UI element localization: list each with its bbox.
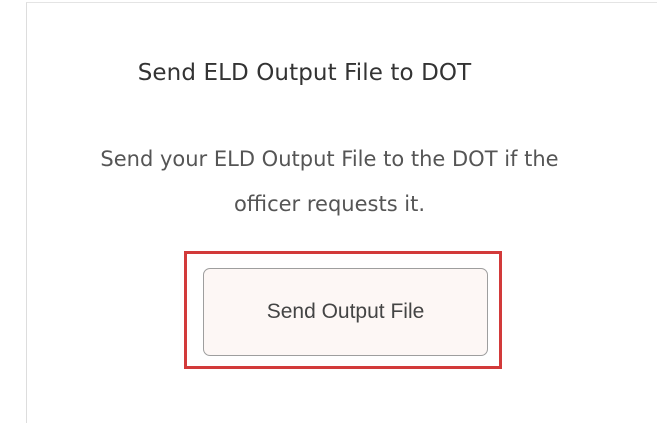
description-line-2: officer requests it. xyxy=(233,192,426,216)
section-description: Send your ELD Output File to the DOT if … xyxy=(0,137,659,227)
description-line-1: Send your ELD Output File to the DOT if … xyxy=(100,147,559,171)
section-title: Send ELD Output File to DOT xyxy=(137,60,472,86)
send-output-file-button[interactable]: Send Output File xyxy=(203,268,488,356)
